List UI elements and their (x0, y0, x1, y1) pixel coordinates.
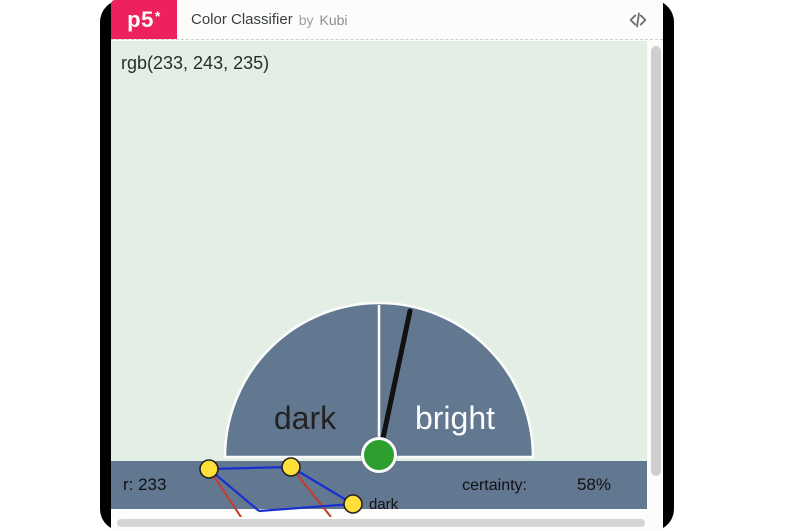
horizontal-scrollbar[interactable] (117, 519, 645, 527)
input-r-label: r: 233 (123, 475, 166, 495)
sketch-title-area: Color Classifier by Kubi (177, 0, 613, 39)
logo-text: p5 (127, 7, 154, 33)
certainty-label: certainty: (462, 477, 527, 495)
header-bar: p5* Color Classifier by Kubi (111, 0, 663, 40)
by-label: by (299, 12, 314, 28)
device-screen: p5* Color Classifier by Kubi rgb(233, 24… (111, 0, 663, 531)
nn-output-node (344, 495, 362, 513)
certainty-value: 58% (577, 475, 611, 495)
gauge-label-dark: dark (274, 400, 337, 436)
gauge-label-bright: bright (415, 400, 495, 436)
nn-input-node (200, 460, 218, 478)
rgb-readout: rgb(233, 243, 235) (121, 53, 269, 74)
vertical-scrollbar[interactable] (651, 46, 661, 476)
code-toggle-button[interactable] (613, 0, 663, 39)
code-icon (627, 9, 649, 31)
device-frame: p5* Color Classifier by Kubi rgb(233, 24… (100, 0, 674, 531)
nn-hidden-node (282, 458, 300, 476)
sketch-canvas[interactable]: rgb(233, 243, 235) dark bright r: 233 (111, 41, 647, 517)
prediction-label: dark (369, 496, 399, 513)
p5-logo[interactable]: p5* (111, 0, 177, 39)
sketch-title: Color Classifier (191, 11, 293, 28)
logo-star: * (155, 8, 161, 24)
gauge-knob (361, 437, 397, 473)
network-graph: dark (181, 449, 441, 517)
author-name[interactable]: Kubi (320, 12, 348, 28)
